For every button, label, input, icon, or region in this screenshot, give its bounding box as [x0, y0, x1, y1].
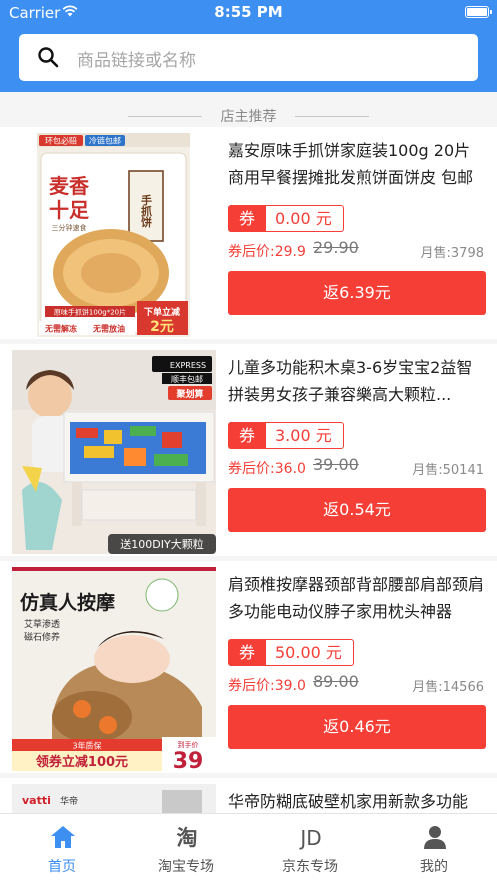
tab-label: 我的 — [420, 859, 448, 875]
tab-home[interactable]: 首页 — [0, 814, 124, 883]
section-title: 店主推荐 — [220, 109, 277, 125]
product-card[interactable]: EXPRESS 顺丰包邮 聚划算 送100DIY大颗粒 儿童多功能积木桌3-6岁… — [0, 344, 497, 556]
img-text-1: 冷链包邮 — [89, 136, 121, 146]
monthly-sales: 月售:3798 — [420, 246, 484, 261]
pancake-package-image: 环包必赔 冷链包邮 麦香 十足 三分钟速食 手抓饼 原味手抓饼100g*20片 … — [37, 133, 190, 337]
product-title[interactable]: 华帝防糊底破壁机家用新款多功能 — [228, 788, 486, 815]
img-text-0: 环包必赔 — [45, 136, 77, 146]
product-image[interactable]: 仿真人按摩 艾草渗透 磁石修养 3年质保 领券立减100元 到手价 39 — [12, 567, 216, 771]
taobao-icon: 淘 — [177, 826, 198, 850]
img-text-title: 仿真人按摩 — [20, 591, 115, 614]
img-text-8: 2元 — [150, 319, 174, 335]
product-image[interactable]: 环包必赔 冷链包邮 麦香 十足 三分钟速食 手抓饼 原味手抓饼100g*20片 … — [37, 133, 190, 337]
tab-mine[interactable]: 我的 — [372, 814, 496, 883]
product-card[interactable]: 环包必赔 冷链包邮 麦香 十足 三分钟速食 手抓饼 原味手抓饼100g*20片 … — [0, 127, 497, 339]
after-coupon-price: 券后价:39.0 — [228, 678, 306, 694]
img-text-3: 十足 — [49, 198, 90, 222]
jd-icon: JD — [298, 826, 321, 850]
coupon-badge: 券 0.00 元 — [228, 205, 344, 232]
divider-left — [128, 116, 202, 117]
coupon-amount: 50.00 元 — [266, 639, 354, 666]
img-text-a: 艾草渗透 — [24, 618, 60, 630]
coupon-badge: 券 3.00 元 — [228, 422, 344, 449]
product-title[interactable]: 儿童多功能积木桌3-6岁宝宝2益智拼装男女孩子兼容樂高大颗粒... — [228, 354, 486, 408]
battery-tip — [490, 10, 492, 14]
coupon-amount: 0.00 元 — [266, 205, 344, 232]
coupon-tag: 券 — [228, 639, 266, 666]
svg-text:淘: 淘 — [177, 826, 198, 850]
search-icon — [38, 47, 59, 68]
after-coupon-price: 券后价:36.0 — [228, 461, 306, 477]
home-icon — [51, 826, 75, 848]
header-bar: Carrier 8:55 PM 商品链接或名称 — [0, 0, 497, 92]
coupon-badge: 券 50.00 元 — [228, 639, 354, 666]
img-text-express: EXPRESS — [170, 361, 206, 370]
img-text-7: 下单立减 — [144, 306, 180, 318]
user-icon — [424, 826, 446, 849]
product-image[interactable]: EXPRESS 顺丰包邮 聚划算 送100DIY大颗粒 — [12, 350, 216, 554]
product-title[interactable]: 嘉安原味手抓饼家庭装100g 20片商用早餐摆摊批发煎饼面饼皮 包邮 — [228, 137, 486, 191]
monthly-sales: 月售:50141 — [412, 463, 484, 478]
img-text-gift: 送100DIY大颗粒 — [120, 537, 203, 551]
section-heading: 店主推荐 — [0, 106, 497, 126]
img-text-jhs: 聚划算 — [175, 388, 203, 400]
svg-text:JD: JD — [298, 826, 321, 850]
img-text-2: 麦香 — [49, 174, 90, 198]
rebate-button[interactable]: 返0.46元 — [228, 705, 486, 749]
tab-bar: 首页 淘 淘宝专场 JD 京东专场 我的 — [0, 813, 497, 883]
coupon-tag: 券 — [228, 422, 266, 449]
divider-right — [295, 116, 369, 117]
img-text-b: 磁石修养 — [24, 631, 60, 643]
img-text-10: 无需放油 — [92, 324, 125, 334]
img-text-sf: 顺丰包邮 — [171, 374, 203, 384]
img-text-6: 原味手抓饼100g*20片 — [54, 308, 126, 317]
img-text-g: 39 — [173, 749, 204, 771]
massager-image: 仿真人按摩 艾草渗透 磁石修养 3年质保 领券立减100元 到手价 39 — [12, 567, 216, 771]
img-text-f: 到手价 — [178, 740, 199, 749]
img-text-5: 手抓饼 — [140, 193, 153, 228]
img-text-huadi: 华帝 — [60, 795, 78, 807]
img-text-9: 无需解冻 — [44, 324, 77, 334]
tab-label: 京东专场 — [282, 859, 338, 875]
rebate-button[interactable]: 返6.39元 — [228, 271, 486, 315]
monthly-sales: 月售:14566 — [412, 680, 484, 695]
tab-label: 首页 — [48, 859, 76, 875]
product-card[interactable]: 仿真人按摩 艾草渗透 磁石修养 3年质保 领券立减100元 到手价 39 肩颈椎… — [0, 561, 497, 773]
product-card[interactable]: vatti 华帝 华帝防糊底破壁机家用新款多功能 — [0, 778, 497, 818]
img-text-4: 三分钟速食 — [52, 223, 87, 232]
after-coupon-price: 券后价:29.9 — [228, 244, 306, 260]
status-bar: Carrier 8:55 PM — [0, 0, 497, 26]
tab-jd[interactable]: JD 京东专场 — [248, 814, 372, 883]
coupon-amount: 3.00 元 — [266, 422, 344, 449]
original-price: 29.90 — [313, 238, 359, 257]
tab-label: 淘宝专场 — [158, 859, 214, 875]
block-table-image: EXPRESS 顺丰包邮 聚划算 送100DIY大颗粒 — [12, 350, 216, 554]
search-bar[interactable]: 商品链接或名称 — [19, 34, 478, 81]
rebate-button[interactable]: 返0.54元 — [228, 488, 486, 532]
original-price: 39.00 — [313, 455, 359, 474]
search-input[interactable]: 商品链接或名称 — [77, 46, 196, 71]
tab-taobao[interactable]: 淘 淘宝专场 — [124, 814, 248, 883]
img-text-c: 3年质保 — [72, 741, 101, 751]
img-text-vatti: vatti — [22, 794, 51, 807]
img-text-e: 领券立减100元 — [36, 754, 128, 770]
status-time: 8:55 PM — [214, 3, 283, 21]
battery-icon — [465, 6, 489, 18]
original-price: 89.00 — [313, 672, 359, 691]
product-title[interactable]: 肩颈椎按摩器颈部背部腰部肩部颈肩多功能电动仪脖子家用枕头神器 — [228, 571, 486, 625]
coupon-tag: 券 — [228, 205, 266, 232]
